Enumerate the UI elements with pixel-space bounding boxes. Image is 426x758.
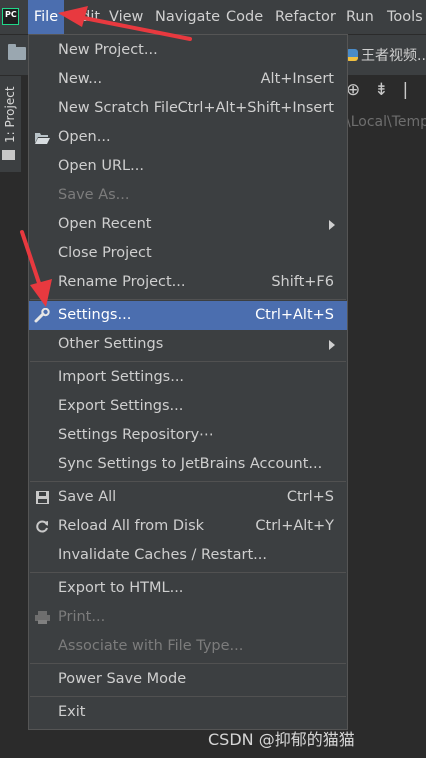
menu-item-associate-file-type: Associate with File Type... bbox=[58, 638, 244, 654]
locate-icon[interactable]: ⊕ bbox=[346, 80, 360, 100]
menu-item-new-project[interactable]: New Project... bbox=[29, 36, 347, 65]
folder-open-icon bbox=[35, 133, 50, 144]
editor-tab[interactable]: 王者视频.. bbox=[346, 45, 426, 67]
menu-item-rename-project[interactable]: Rename Project... Shift+F6 bbox=[29, 268, 347, 297]
menu-item-settings[interactable]: Settings... Ctrl+Alt+S bbox=[29, 301, 347, 330]
menu-separator bbox=[30, 481, 346, 482]
folder-icon bbox=[2, 150, 15, 160]
menu-item-save-as: Save As... bbox=[58, 187, 130, 203]
menu-item-power-save-mode[interactable]: Power Save Mode bbox=[29, 665, 347, 694]
project-path: \Local\Temp bbox=[346, 114, 426, 130]
menu-tools[interactable]: Tools bbox=[387, 0, 423, 34]
reload-icon bbox=[36, 520, 48, 533]
menu-view[interactable]: View bbox=[109, 0, 143, 34]
project-tool-icons: ⊕ ⇟ | bbox=[346, 80, 422, 102]
menu-item-new-scratch-file[interactable]: New Scratch File Ctrl+Alt+Shift+Insert bbox=[29, 94, 347, 123]
menu-item-save-all[interactable]: Save All Ctrl+S bbox=[29, 483, 347, 512]
menu-edit[interactable]: Edit bbox=[72, 0, 100, 34]
menu-refactor[interactable]: Refactor bbox=[275, 0, 336, 34]
printer-icon bbox=[35, 611, 50, 624]
menu-item-import-settings[interactable]: Import Settings... bbox=[29, 363, 347, 392]
menu-separator bbox=[30, 696, 346, 697]
menu-item-print: Print... bbox=[29, 603, 347, 632]
menu-item-export-to-html[interactable]: Export to HTML... bbox=[29, 574, 347, 603]
menu-item-close-project[interactable]: Close Project bbox=[29, 239, 347, 268]
project-folder-icon[interactable] bbox=[8, 44, 26, 60]
menu-item-open[interactable]: Open... bbox=[29, 123, 347, 152]
save-icon bbox=[36, 491, 49, 504]
menu-item-settings-repository[interactable]: Settings Repository⋯ bbox=[29, 421, 347, 450]
menu-code[interactable]: Code bbox=[226, 0, 263, 34]
menu-item-reload-all[interactable]: Reload All from Disk Ctrl+Alt+Y bbox=[29, 512, 347, 541]
menu-item-exit[interactable]: Exit bbox=[29, 698, 347, 727]
menu-file[interactable]: File bbox=[28, 0, 64, 34]
menu-bar: PC File Edit View Navigate Code Refactor… bbox=[0, 0, 426, 35]
menu-item-export-settings[interactable]: Export Settings... bbox=[29, 392, 347, 421]
menu-separator bbox=[30, 299, 346, 300]
menu-item-open-recent[interactable]: Open Recent bbox=[29, 210, 347, 239]
settings-icon[interactable]: | bbox=[403, 80, 409, 100]
file-menu-dropdown: New Project... New... Alt+Insert New Scr… bbox=[28, 34, 348, 730]
pycharm-logo-icon: PC bbox=[2, 8, 19, 25]
watermark: CSDN @抑郁的猫猫 bbox=[208, 730, 355, 749]
menu-item-sync-settings[interactable]: Sync Settings to JetBrains Account... bbox=[29, 450, 347, 479]
menu-item-new[interactable]: New... Alt+Insert bbox=[29, 65, 347, 94]
editor-tab-label: 王者视频.. bbox=[361, 48, 426, 64]
collapse-icon[interactable]: ⇟ bbox=[374, 80, 388, 100]
menu-navigate[interactable]: Navigate bbox=[155, 0, 220, 34]
project-tool-tab[interactable]: 1: Project bbox=[0, 80, 21, 150]
menu-run[interactable]: Run bbox=[346, 0, 374, 34]
menu-item-invalidate-caches[interactable]: Invalidate Caches / Restart... bbox=[29, 541, 347, 570]
menu-item-open-url[interactable]: Open URL... bbox=[29, 152, 347, 181]
submenu-arrow-icon bbox=[329, 220, 335, 230]
menu-separator bbox=[30, 361, 346, 362]
wrench-icon bbox=[34, 308, 50, 323]
submenu-arrow-icon bbox=[329, 340, 335, 350]
menu-separator bbox=[30, 572, 346, 573]
menu-item-other-settings[interactable]: Other Settings bbox=[29, 330, 347, 359]
menu-separator bbox=[30, 663, 346, 664]
